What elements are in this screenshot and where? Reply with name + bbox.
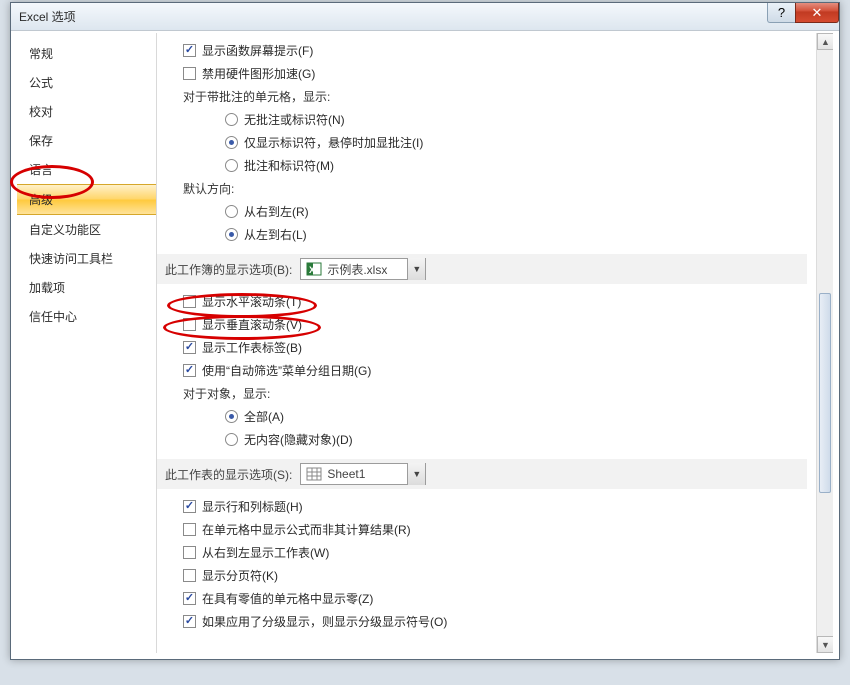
checkbox-hscroll[interactable] xyxy=(183,295,196,308)
checkbox-outline-symbols[interactable] xyxy=(183,615,196,628)
radio-ltr[interactable] xyxy=(225,228,238,241)
svg-text:X: X xyxy=(309,265,315,275)
label-autofilter-date-group: 使用“自动筛选”菜单分组日期(G) xyxy=(202,362,371,379)
radio-comments-both[interactable] xyxy=(225,159,238,172)
sidebar-item-proofing[interactable]: 校对 xyxy=(17,97,156,126)
section-sheet-label: 此工作表的显示选项(S): xyxy=(165,466,292,483)
help-button[interactable]: ? xyxy=(767,3,795,23)
label-show-formulas: 在单元格中显示公式而非其计算结果(R) xyxy=(202,521,411,538)
checkbox-vscroll[interactable] xyxy=(183,318,196,331)
label-comments-none: 无批注或标识符(N) xyxy=(244,111,345,128)
scroll-up-icon[interactable]: ▲ xyxy=(817,33,833,50)
sidebar-item-advanced[interactable]: 高级 xyxy=(17,184,156,215)
sidebar-item-trust[interactable]: 信任中心 xyxy=(17,302,156,331)
label-rtl-sheet: 从右到左显示工作表(W) xyxy=(202,544,329,561)
chevron-down-icon: ▼ xyxy=(407,258,425,280)
sidebar-item-formulas[interactable]: 公式 xyxy=(17,68,156,97)
label-row-col-headers: 显示行和列标题(H) xyxy=(202,498,303,515)
section-workbook-display: 此工作簿的显示选项(B): X 示例表.xlsx ▼ xyxy=(157,254,807,284)
titlebar: Excel 选项 ? ✕ xyxy=(11,3,839,31)
sidebar-item-addins[interactable]: 加载项 xyxy=(17,273,156,302)
label-show-zero: 在具有零值的单元格中显示零(Z) xyxy=(202,590,373,607)
label-sheet-tabs: 显示工作表标签(B) xyxy=(202,339,302,356)
checkbox-autofilter-date-group[interactable] xyxy=(183,364,196,377)
radio-rtl[interactable] xyxy=(225,205,238,218)
radio-comments-indicator[interactable] xyxy=(225,136,238,149)
sheet-combo-text: Sheet1 xyxy=(327,467,407,481)
sheet-combo[interactable]: Sheet1 ▼ xyxy=(300,463,426,485)
sidebar-item-general[interactable]: 常规 xyxy=(17,39,156,68)
close-button[interactable]: ✕ xyxy=(795,3,839,23)
label-comments-both: 批注和标识符(M) xyxy=(244,157,334,174)
sidebar-item-qat[interactable]: 快速访问工具栏 xyxy=(17,244,156,273)
label-objects-header: 对于对象，显示: xyxy=(183,382,807,405)
label-disable-hw-accel: 禁用硬件图形加速(G) xyxy=(202,65,315,82)
label-function-tips: 显示函数屏幕提示(F) xyxy=(202,42,313,59)
sidebar-item-save[interactable]: 保存 xyxy=(17,126,156,155)
label-outline-symbols: 如果应用了分级显示，则显示分级显示符号(O) xyxy=(202,613,447,630)
workbook-combo[interactable]: X 示例表.xlsx ▼ xyxy=(300,258,426,280)
label-comments-header: 对于带批注的单元格，显示: xyxy=(183,85,807,108)
checkbox-row-col-headers[interactable] xyxy=(183,500,196,513)
vertical-scrollbar[interactable]: ▲ ▼ xyxy=(816,33,833,653)
label-page-breaks: 显示分页符(K) xyxy=(202,567,278,584)
radio-comments-none[interactable] xyxy=(225,113,238,126)
window-title: Excel 选项 xyxy=(19,8,76,25)
section-sheet-display: 此工作表的显示选项(S): Sheet1 ▼ xyxy=(157,459,807,489)
section-workbook-label: 此工作簿的显示选项(B): xyxy=(165,261,292,278)
options-panel: 显示函数屏幕提示(F) 禁用硬件图形加速(G) 对于带批注的单元格，显示: 无批… xyxy=(157,33,833,653)
checkbox-disable-hw-accel[interactable] xyxy=(183,67,196,80)
sidebar-item-language[interactable]: 语言 xyxy=(17,155,156,184)
label-hscroll: 显示水平滚动条(T) xyxy=(202,293,301,310)
radio-objects-none[interactable] xyxy=(225,433,238,446)
checkbox-show-zero[interactable] xyxy=(183,592,196,605)
label-default-direction: 默认方向: xyxy=(183,177,807,200)
checkbox-rtl-sheet[interactable] xyxy=(183,546,196,559)
scroll-down-icon[interactable]: ▼ xyxy=(817,636,833,653)
checkbox-function-tips[interactable] xyxy=(183,44,196,57)
label-objects-none: 无内容(隐藏对象)(D) xyxy=(244,431,353,448)
category-sidebar: 常规 公式 校对 保存 语言 高级 自定义功能区 快速访问工具栏 加载项 信任中… xyxy=(17,33,157,653)
label-rtl: 从右到左(R) xyxy=(244,203,309,220)
excel-file-icon: X xyxy=(305,260,323,278)
chevron-down-icon: ▼ xyxy=(407,463,425,485)
radio-objects-all[interactable] xyxy=(225,410,238,423)
sheet-icon xyxy=(305,465,323,483)
options-dialog: Excel 选项 ? ✕ 常规 公式 校对 保存 语言 高级 自定义功能区 快速… xyxy=(10,2,840,660)
checkbox-sheet-tabs[interactable] xyxy=(183,341,196,354)
sidebar-item-customize-ribbon[interactable]: 自定义功能区 xyxy=(17,215,156,244)
label-comments-indicator: 仅显示标识符，悬停时加显批注(I) xyxy=(244,134,423,151)
label-vscroll: 显示垂直滚动条(V) xyxy=(202,316,302,333)
scroll-thumb[interactable] xyxy=(819,293,831,493)
checkbox-page-breaks[interactable] xyxy=(183,569,196,582)
label-ltr: 从左到右(L) xyxy=(244,226,307,243)
checkbox-show-formulas[interactable] xyxy=(183,523,196,536)
workbook-combo-text: 示例表.xlsx xyxy=(327,261,407,278)
label-objects-all: 全部(A) xyxy=(244,408,284,425)
